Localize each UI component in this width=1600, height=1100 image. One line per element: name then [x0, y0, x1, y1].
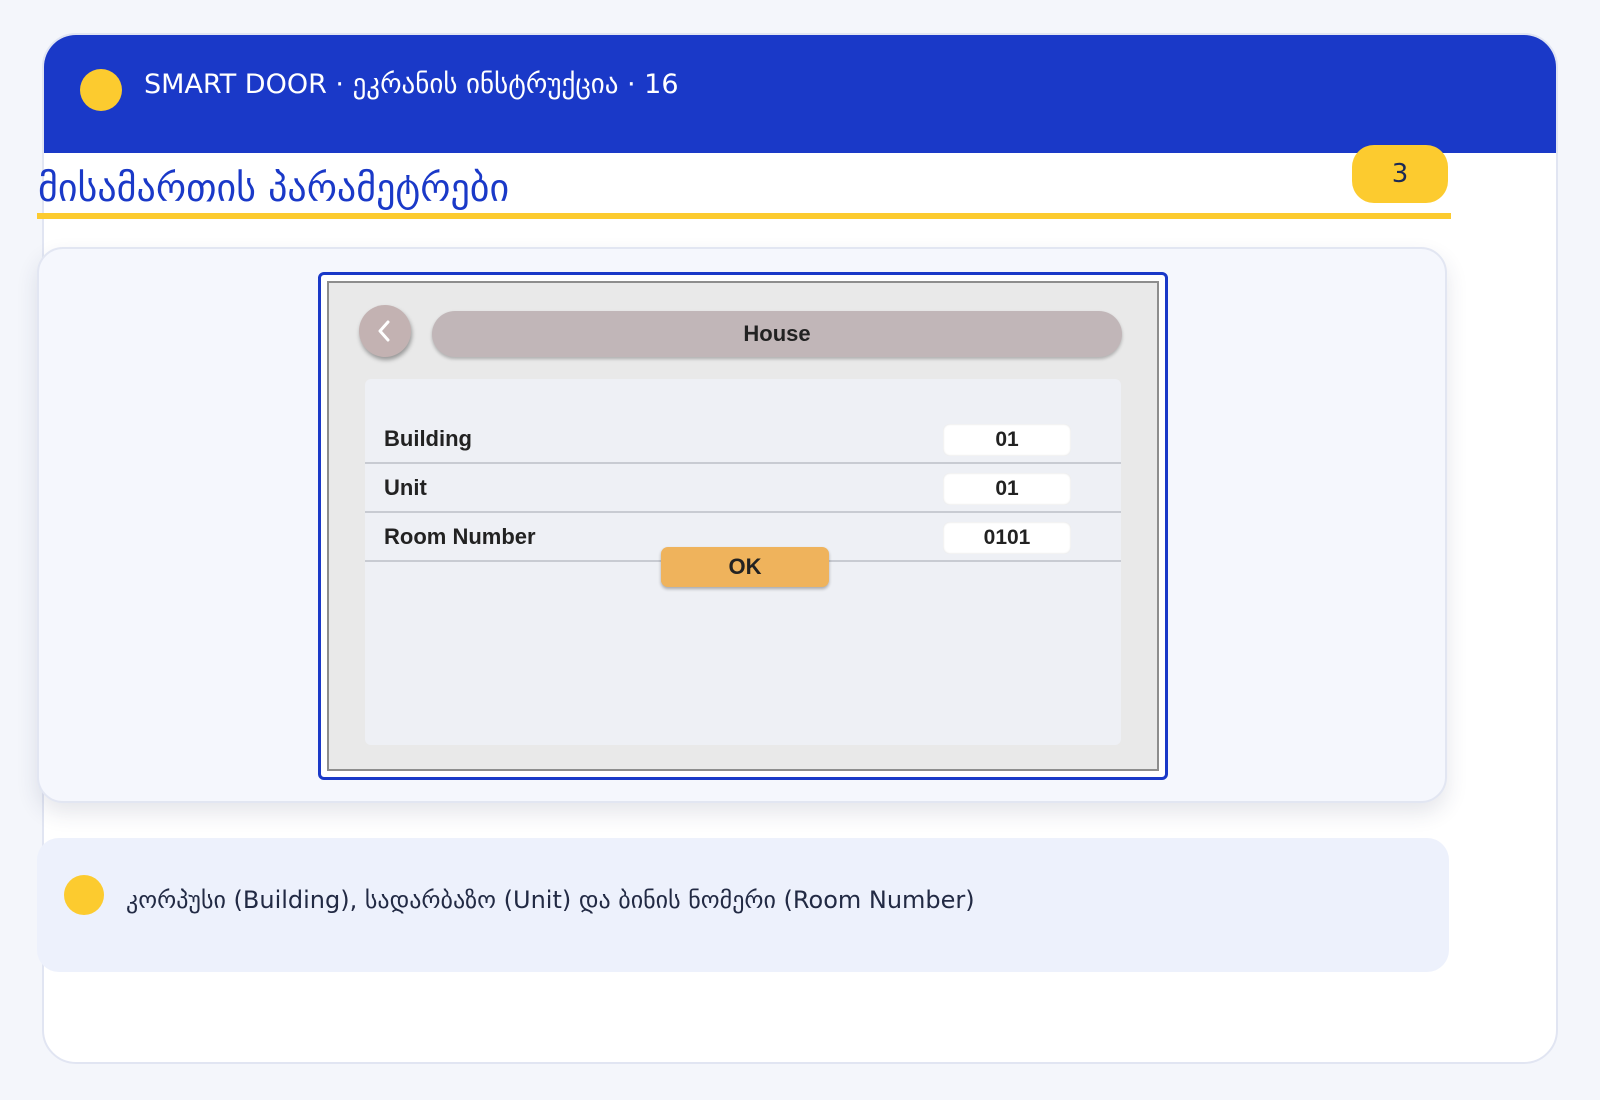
room-number-value-field[interactable]: 0101 [943, 522, 1071, 554]
building-label: Building [384, 426, 472, 451]
unit-label: Unit [384, 475, 427, 500]
note-text: კორპუსი (Building), სადარბაზო (Unit) და … [126, 886, 975, 914]
device-title-bar: House [432, 311, 1122, 357]
page-title: მისამართის პარამეტრები [38, 166, 510, 210]
step-badge: 3 [1352, 145, 1448, 203]
unit-value-field[interactable]: 01 [943, 473, 1071, 505]
note-bullet-icon [64, 875, 104, 915]
header-bar: SMART DOOR · ეკრანის ინსტრუქცია · 16 [44, 35, 1556, 153]
building-value-field[interactable]: 01 [943, 424, 1071, 456]
ok-button[interactable]: OK [661, 547, 829, 587]
form-row-unit: Unit 01 [365, 464, 1121, 513]
header-title: SMART DOOR · ეკრანის ინსტრუქცია · 16 [144, 69, 679, 100]
header-bullet-icon [80, 69, 122, 111]
form-row-building: Building 01 [365, 415, 1121, 464]
back-button[interactable] [359, 305, 411, 357]
chevron-left-icon [378, 320, 390, 342]
title-underline [37, 213, 1451, 219]
room-number-label: Room Number [384, 524, 536, 549]
